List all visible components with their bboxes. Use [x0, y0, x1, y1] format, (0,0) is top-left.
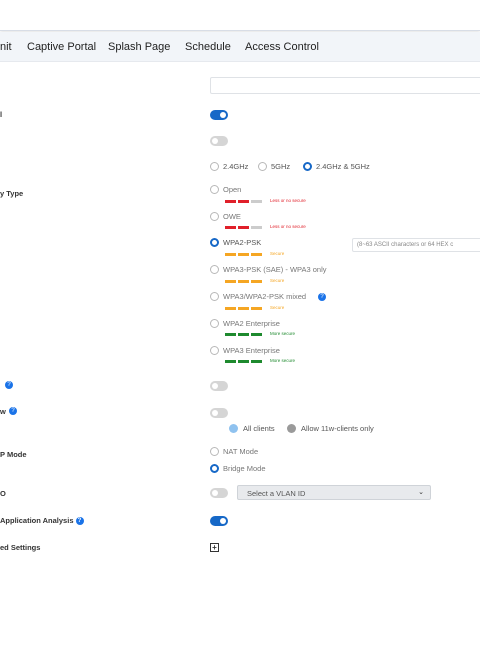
ssid-input[interactable]: [210, 77, 480, 94]
band-option-label: 2.4GHz & 5GHz: [316, 162, 370, 171]
security-option-label: WPA2-PSK: [223, 238, 262, 247]
enable-label: l: [0, 110, 3, 119]
strength-bars: [225, 200, 263, 203]
help-icon[interactable]: ?: [5, 381, 13, 389]
strength-note: Secure: [270, 251, 285, 256]
security-option-label: OWE: [223, 212, 241, 221]
psk-input[interactable]: (8~63 ASCII characters or 64 HEX c: [352, 238, 480, 252]
help-icon[interactable]: ?: [75, 517, 84, 526]
security-option-label: Open: [223, 185, 242, 194]
toggle-knob: [220, 112, 226, 118]
chevron-down-icon: ⌄: [418, 489, 424, 496]
security-radio-owe[interactable]: [210, 212, 219, 221]
security-type-label: y Type: [0, 189, 24, 198]
mode-radio-nat[interactable]: [210, 447, 219, 456]
clients-option-label: All clients: [243, 424, 275, 433]
security-option-label: WPA3-PSK (SAE) - WPA3 only: [223, 265, 327, 274]
band-radio-5[interactable]: [258, 162, 267, 171]
mode-radio-bridge[interactable]: [210, 464, 219, 473]
pmf-label: w: [0, 407, 6, 416]
strength-note: Secure: [270, 305, 285, 310]
vlan-select[interactable]: Select a VLAN ID ⌄: [237, 485, 431, 500]
security-option-label: WPA2 Enterprise: [223, 319, 280, 328]
expand-plus-icon[interactable]: +: [210, 543, 219, 552]
security-radio-wpa2-enterprise[interactable]: [210, 319, 219, 328]
app-analysis-label: Application Analysis?: [0, 516, 84, 526]
security-radio-wpa3-psk[interactable]: [210, 265, 219, 274]
tab-nit[interactable]: nit: [0, 41, 12, 53]
top-header: [0, 0, 480, 31]
mode-label: P Mode: [0, 450, 27, 459]
toggle-knob: [212, 383, 218, 389]
tab-bar: nit Captive Portal Splash Page Schedule …: [0, 32, 480, 62]
help-icon[interactable]: ?: [318, 293, 326, 301]
clients-radio-all[interactable]: [229, 424, 238, 433]
mode-option-label: Bridge Mode: [223, 464, 266, 473]
tab-schedule[interactable]: Schedule: [185, 41, 231, 53]
feature-toggle[interactable]: [210, 381, 228, 391]
strength-bars: [225, 333, 263, 336]
strength-note: Secure: [270, 278, 285, 283]
clients-option-label: Allow 11w-clients only: [301, 424, 374, 433]
strength-bars: [225, 253, 263, 256]
hide-ssid-toggle[interactable]: [210, 136, 228, 146]
security-option-label: WPA3 Enterprise: [223, 346, 280, 355]
vlan-toggle[interactable]: [210, 488, 228, 498]
security-radio-wpa3-wpa2-mixed[interactable]: [210, 292, 219, 301]
strength-note: More secure: [270, 331, 296, 336]
strength-note: Less or no secure: [270, 224, 306, 229]
tab-splash-page[interactable]: Splash Page: [108, 41, 170, 53]
toggle-knob: [212, 138, 218, 144]
security-radio-wpa2-psk[interactable]: [210, 238, 219, 247]
toggle-knob: [220, 518, 226, 524]
strength-bars: [225, 360, 263, 363]
toggle-knob: [212, 490, 218, 496]
pmf-toggle[interactable]: [210, 408, 228, 418]
band-option-label: 2.4GHz: [223, 162, 249, 171]
strength-note: Less or no secure: [270, 198, 306, 203]
tab-captive-portal[interactable]: Captive Portal: [27, 41, 96, 53]
security-radio-wpa3-enterprise[interactable]: [210, 346, 219, 355]
vlan-label: O: [0, 489, 6, 498]
strength-bars: [225, 280, 263, 283]
band-radio-both[interactable]: [303, 162, 312, 171]
clients-radio-11w[interactable]: [287, 424, 296, 433]
security-option-label: WPA3/WPA2-PSK mixed: [223, 292, 307, 301]
strength-bars: [225, 226, 263, 229]
enable-toggle[interactable]: [210, 110, 228, 120]
band-radio-24[interactable]: [210, 162, 219, 171]
security-radio-open[interactable]: [210, 185, 219, 194]
app-analysis-text: Application Analysis: [0, 516, 74, 525]
strength-bars: [225, 307, 263, 310]
vlan-select-value: Select a VLAN ID: [247, 489, 306, 498]
app-analysis-toggle[interactable]: [210, 516, 228, 526]
advanced-settings-label: ed Settings: [0, 543, 41, 552]
tab-access-control[interactable]: Access Control: [245, 41, 319, 53]
strength-note: More secure: [270, 358, 296, 363]
help-icon[interactable]: ?: [9, 407, 17, 415]
toggle-knob: [212, 410, 218, 416]
mode-option-label: NAT Mode: [223, 447, 259, 456]
band-option-label: 5GHz: [271, 162, 291, 171]
